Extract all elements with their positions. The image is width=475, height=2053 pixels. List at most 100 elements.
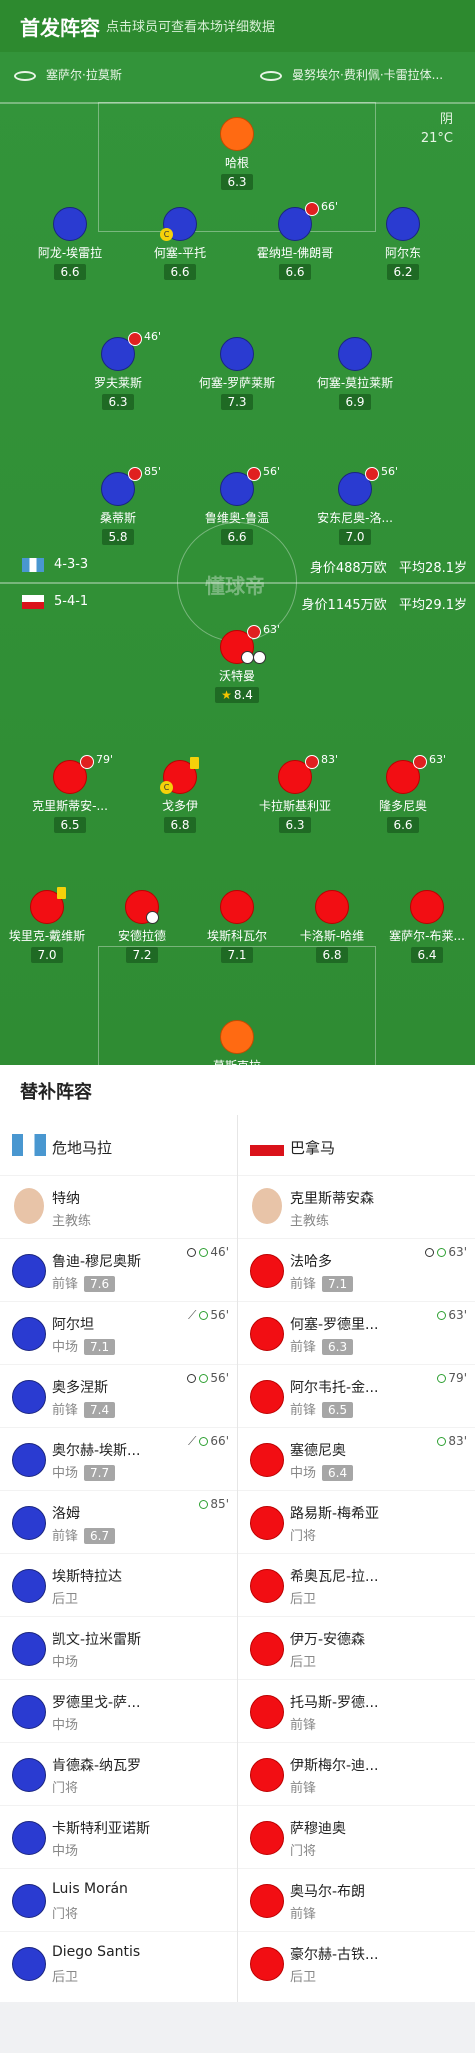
player-marker	[250, 1380, 284, 1414]
coach-row[interactable]: 特纳 主教练	[0, 1175, 237, 1238]
sub-player-row[interactable]: Luis Morán 门将	[0, 1868, 237, 1931]
sub-player-row[interactable]: 伊万-安德森 后卫	[238, 1616, 475, 1679]
team-header-panama[interactable]: 巴拿马	[238, 1115, 475, 1175]
sub-player-row[interactable]: Diego Santis 后卫	[0, 1931, 237, 1994]
sub-in-icon	[199, 1374, 209, 1383]
sub-player-row[interactable]: 阿尔韦托-金... 前锋 6.5 79'	[238, 1364, 475, 1427]
sub-player-position: 后卫	[290, 1588, 316, 1607]
player-name: 何塞-莫拉莱斯	[316, 376, 394, 390]
sub-in-icon	[199, 1311, 209, 1320]
minute-text: 56'	[210, 1371, 229, 1385]
sub-player-row[interactable]: 埃斯特拉达 后卫	[0, 1553, 237, 1616]
player-panama[interactable]: 79' 克里斯蒂安-... 6.5	[15, 753, 125, 833]
lineup-title: 首发阵容	[20, 16, 100, 40]
player-marker: 63'	[220, 623, 280, 664]
sub-player-position: 前锋 6.7	[52, 1525, 116, 1544]
sub-player-row[interactable]: 鲁迪-穆尼奥斯 前锋 7.6 46'	[0, 1238, 237, 1301]
sub-player-row[interactable]: 伊斯梅尔-迪... 前锋	[238, 1742, 475, 1805]
sub-player-position: 前锋	[290, 1777, 316, 1796]
player-name: 罗夫莱斯	[93, 376, 142, 390]
player-guatemala[interactable]: C 何塞-平托 6.6	[125, 207, 235, 280]
position-text: 中场	[52, 1466, 79, 1481]
sub-player-name: 伊斯梅尔-迪...	[290, 1758, 379, 1774]
sub-player-row[interactable]: 奥尔赫-埃斯... 中场 7.7 ⟋ 66'	[0, 1427, 237, 1490]
player-rating: 6.6	[54, 264, 86, 280]
player-panama[interactable]: C 戈多伊 6.8	[125, 757, 235, 833]
minute-text: 63'	[448, 1245, 467, 1259]
player-name: 隆多尼奥	[378, 799, 427, 813]
coach-row[interactable]: 克里斯蒂安森 主教练	[238, 1175, 475, 1238]
stadium-icon	[260, 70, 282, 81]
sub-player-row[interactable]: 托马斯-罗德... 前锋	[238, 1679, 475, 1742]
sub-player-row[interactable]: 肯德森-纳瓦罗 门将	[0, 1742, 237, 1805]
player-panama[interactable]: 83' 卡拉斯基利亚 6.3	[240, 753, 350, 833]
minute-text: 79'	[448, 1371, 467, 1385]
player-marker	[250, 1758, 284, 1792]
player-panama[interactable]: 莫斯克拉7.5	[182, 1020, 292, 1065]
player-guatemala[interactable]: 阿龙-埃雷拉 6.6	[15, 207, 125, 280]
sub-player-row[interactable]: 阿尔坦 中场 7.1 ⟋ 56'	[0, 1301, 237, 1364]
player-marker	[250, 1254, 284, 1288]
player-panama[interactable]: 埃斯科瓦尔 7.1	[182, 890, 292, 963]
player-marker	[250, 1947, 284, 1981]
guatemala-flag-icon	[12, 1134, 46, 1156]
player-rating: 6.4	[411, 947, 443, 963]
player-marker	[125, 890, 159, 924]
sub-player-row[interactable]: 豪尔赫-古铁... 后卫	[238, 1931, 475, 1994]
team-header-guatemala[interactable]: 危地马拉	[0, 1115, 237, 1175]
position-text: 前锋	[290, 1907, 317, 1922]
sub-player-row[interactable]: 罗德里戈-萨... 中场	[0, 1679, 237, 1742]
player-guatemala[interactable]: 哈根 6.3	[182, 117, 292, 190]
rating-value: 6.6	[393, 818, 413, 832]
player-guatemala[interactable]: 56' 安东尼奥-洛... 7.0	[300, 465, 410, 545]
sub-player-position: 门将	[52, 1903, 78, 1922]
minute-text: 83'	[448, 1434, 467, 1448]
player-marker	[410, 890, 444, 924]
player-guatemala[interactable]: 何塞-莫拉莱斯 6.9	[300, 337, 410, 410]
sub-in-minute: 63'	[425, 1245, 467, 1259]
player-name: 阿龙-埃雷拉	[37, 246, 103, 260]
minute-text: 66'	[210, 1434, 229, 1448]
panama-flag-icon	[250, 1134, 284, 1156]
player-panama[interactable]: 63' 隆多尼奥 6.6	[348, 753, 458, 833]
position-text: 中场	[52, 1340, 79, 1355]
sub-player-position: 中场	[52, 1714, 78, 1733]
sub-player-row[interactable]: 奥马尔-布朗 前锋	[238, 1868, 475, 1931]
sub-player-position: 前锋	[290, 1903, 316, 1922]
player-marker	[12, 1569, 46, 1603]
player-guatemala[interactable]: 阿尔东 6.2	[348, 207, 458, 280]
sub-player-row[interactable]: 洛姆 前锋 6.7 85'	[0, 1490, 237, 1553]
sub-player-row[interactable]: 路易斯-梅希亚 门将	[238, 1490, 475, 1553]
weather-temp: 21°C	[420, 131, 453, 146]
player-panama[interactable]: 卡洛斯-哈维 6.8	[277, 890, 387, 963]
player-rating: 6.3	[221, 174, 253, 190]
player-marker	[220, 1020, 254, 1054]
player-marker	[250, 1317, 284, 1351]
sub-player-row[interactable]: 凯文-拉米雷斯 中场	[0, 1616, 237, 1679]
player-panama[interactable]: 安德拉德 7.2	[87, 890, 197, 963]
sub-player-row[interactable]: 希奥瓦尼-拉... 后卫	[238, 1553, 475, 1616]
sub-player-row[interactable]: 法哈多 前锋 7.1 63'	[238, 1238, 475, 1301]
player-rating: 6.5	[54, 817, 86, 833]
player-guatemala[interactable]: 66' 霍纳坦-佛朗哥 6.6	[240, 200, 350, 280]
coach-avatar	[14, 1188, 44, 1224]
minute-text: 56'	[210, 1308, 229, 1322]
sub-player-row[interactable]: 奥多涅斯 前锋 7.4 56'	[0, 1364, 237, 1427]
sub-player-row[interactable]: 萨穆迪奥 门将	[238, 1805, 475, 1868]
player-guatemala[interactable]: 46' 罗夫莱斯 6.3	[63, 330, 173, 410]
position-text: 前锋	[52, 1529, 79, 1544]
player-guatemala[interactable]: 何塞-罗萨莱斯 7.3	[182, 337, 292, 410]
player-guatemala[interactable]: 85' 桑蒂斯 5.8	[63, 465, 173, 545]
player-rating: 6.6	[164, 264, 196, 280]
player-guatemala[interactable]: 56' 鲁维奥-鲁温 6.6	[182, 465, 292, 545]
sub-player-name: 伊万-安德森	[290, 1632, 366, 1648]
player-marker: 85'	[101, 465, 161, 506]
sub-player-row[interactable]: 何塞-罗德里... 前锋 6.3 63'	[238, 1301, 475, 1364]
player-panama[interactable]: 塞萨尔-布莱... 6.4	[372, 890, 475, 963]
rating-value: 6.9	[345, 395, 365, 409]
player-panama[interactable]: 63' 沃特曼 ★ 8.4	[182, 623, 292, 703]
sub-player-position: 门将	[52, 1777, 78, 1796]
sub-player-row[interactable]: 卡斯特利亚诺斯 中场	[0, 1805, 237, 1868]
player-rating: 7.3	[221, 394, 253, 410]
sub-player-row[interactable]: 塞德尼奥 中场 6.4 83'	[238, 1427, 475, 1490]
